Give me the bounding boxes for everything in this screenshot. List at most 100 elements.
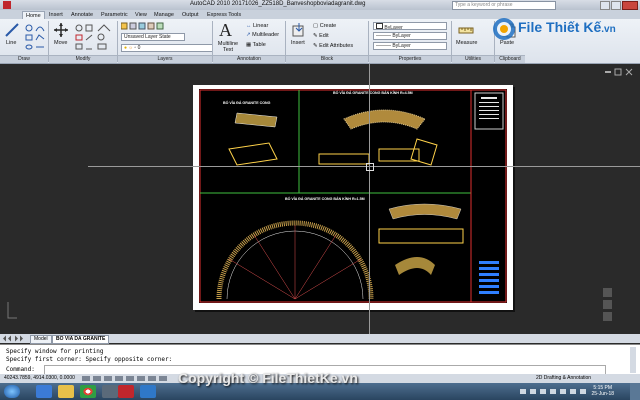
lineweight-sample-icon: ——— [376, 43, 393, 49]
maximize-button[interactable] [611, 1, 621, 10]
drawing-content [199, 89, 507, 303]
move-button[interactable]: Move [54, 40, 67, 46]
properties-group-label[interactable]: Properties [369, 55, 451, 63]
drawing-frame: BỐ VỈA ĐÁ GRANITE CONG BỐ VỈA ĐÁ GRANITE… [199, 89, 507, 303]
insert-button[interactable]: Insert [291, 40, 305, 46]
modify-tools-grid[interactable] [74, 23, 114, 51]
tab-navigation-arrows[interactable] [2, 335, 28, 342]
line-button[interactable]: Line [6, 40, 16, 46]
tab-view[interactable]: View [132, 11, 150, 19]
crosshair-vertical [369, 64, 370, 334]
layer-state-dropdown[interactable]: Unsaved Layer State [121, 33, 185, 41]
create-label: Create [319, 23, 337, 29]
tab-model[interactable]: Model [30, 335, 52, 344]
command-history-line-1: Specify window for printing [6, 348, 104, 355]
drawing-title-1: BỐ VỈA ĐÁ GRANITE CONG [223, 101, 271, 105]
show-desktop-button[interactable] [630, 383, 640, 400]
search-input[interactable]: Type a keyword or phrase [452, 1, 556, 10]
edit-attributes-button[interactable]: ✎ Edit Attributes [313, 43, 353, 49]
tab-insert[interactable]: Insert [46, 11, 66, 19]
start-button[interactable] [4, 385, 20, 398]
internet-explorer-icon[interactable] [36, 385, 52, 398]
clipboard-group-label[interactable]: Clipboard [495, 55, 525, 63]
utilities-group-label[interactable]: Utilities [452, 55, 494, 63]
layers-group-label[interactable]: Layers [118, 55, 212, 63]
window-title: AutoCAD 2010 20171026_ZZ518D_Banveshopbo… [190, 1, 366, 7]
system-tray-icons[interactable] [520, 387, 590, 396]
media-player-icon[interactable] [102, 385, 118, 398]
drawing-title-2: BỐ VỈA ĐÁ GRANITE CONG BÁN KÍNH R=4.5M [333, 91, 413, 95]
workspace-switcher[interactable]: 2D Drafting & Annotation [536, 374, 591, 383]
create-block-icon: ▢ [313, 23, 320, 29]
file-explorer-icon[interactable] [58, 385, 74, 398]
layout-tabs-bar: Model BO VIA DA GRANITE [0, 334, 640, 344]
drafting-toggles[interactable] [82, 376, 172, 381]
table-button[interactable]: ▦ Table [246, 42, 266, 48]
chrome-icon[interactable] [80, 385, 96, 398]
logo-text-thietke: Thiết Kế [546, 19, 602, 35]
close-button[interactable] [622, 1, 638, 10]
logo-text-domain: .vn [601, 24, 616, 35]
current-layer-name: 0 [137, 45, 141, 51]
draw-group-label[interactable]: Draw [0, 55, 48, 63]
minimize-button[interactable] [600, 1, 610, 10]
viewport-window-controls[interactable] [604, 68, 634, 76]
linear-dimension-icon: ↔ [246, 23, 254, 29]
autocad-app-icon[interactable] [3, 1, 11, 9]
taskbar-clock[interactable]: 5:15 PM 25-Jun-18 [591, 385, 614, 397]
multiline-text-button[interactable]: Multiline Text [214, 41, 242, 53]
tab-annotate[interactable]: Annotate [68, 11, 96, 19]
command-prompt: Command: [6, 366, 35, 373]
tab-layout-granite[interactable]: BO VIA DA GRANITE [52, 335, 110, 344]
color-dropdown[interactable]: ByLayer [373, 22, 447, 30]
word-taskbar-icon[interactable] [140, 385, 156, 398]
multileader-button[interactable]: ↗ Multileader [246, 32, 279, 38]
autocad-taskbar-icon[interactable] [118, 385, 134, 398]
edit-block-button[interactable]: ✎ Edit [313, 33, 329, 39]
color-value: ByLayer [384, 25, 403, 30]
title-bar: AutoCAD 2010 20171026_ZZ518D_Banveshopbo… [0, 0, 640, 10]
lineweight-dropdown[interactable]: ——— ByLayer [373, 42, 447, 50]
table-label: Table [252, 42, 266, 48]
measure-icon[interactable] [458, 22, 474, 38]
navigation-bar[interactable] [601, 286, 615, 330]
create-block-button[interactable]: ▢ Create [313, 23, 336, 29]
lineweight-value: ByLayer [392, 43, 411, 49]
line-icon[interactable] [4, 22, 20, 38]
insert-block-icon[interactable] [291, 22, 307, 38]
linetype-dropdown[interactable]: ——— ByLayer [373, 32, 447, 40]
tab-parametric[interactable]: Parametric [98, 11, 131, 19]
tab-express-tools[interactable]: Express Tools [204, 11, 244, 19]
sun-icon: ☼ [128, 45, 134, 51]
current-layer-dropdown[interactable]: ● ☼ ▫ 0 [121, 44, 213, 52]
linetype-value: ByLayer [392, 33, 411, 39]
annotation-group-label[interactable]: Annotation [213, 55, 285, 63]
filethietke-logo: File Thiết Kế.vn [488, 13, 616, 45]
measure-button[interactable]: Measure [456, 40, 477, 46]
lock-icon: ▫ [134, 45, 137, 51]
multiline-text-icon[interactable]: A [219, 20, 232, 41]
copyright-watermark: Copyright © FileThietKe.vn [178, 370, 358, 386]
draw-tools-grid[interactable] [24, 23, 46, 51]
logo-text-file: File [518, 19, 543, 35]
linear-dimension-button[interactable]: ↔ Linear [246, 23, 268, 29]
tab-output[interactable]: Output [179, 11, 202, 19]
lightbulb-icon: ● [124, 45, 128, 51]
drawing-title-3: BỐ VỈA ĐÁ GRANITE CONG BÁN KÍNH R=1.5M [285, 197, 365, 201]
linetype-sample-icon: ——— [376, 33, 393, 39]
block-group-label[interactable]: Block [286, 55, 368, 63]
command-scrollbar[interactable] [630, 347, 636, 373]
clock-date: 25-Jun-18 [591, 391, 614, 397]
crosshair-horizontal [88, 166, 640, 167]
edit-label: Edit [319, 33, 329, 39]
tab-manage[interactable]: Manage [151, 11, 177, 19]
color-swatch-icon [376, 23, 383, 29]
modify-group-label[interactable]: Modify [49, 55, 117, 63]
layer-tools-row[interactable] [120, 22, 191, 30]
edit-attributes-label: Edit Attributes [319, 43, 354, 49]
cursor-pickbox [366, 163, 374, 171]
command-history-line-2: Specify first corner: Specify opposite c… [6, 356, 173, 363]
linear-label: Linear [253, 23, 269, 29]
move-icon[interactable] [53, 22, 69, 38]
coordinates-readout: 40243.7859, 4914.0300, 0.0000 [4, 375, 75, 381]
